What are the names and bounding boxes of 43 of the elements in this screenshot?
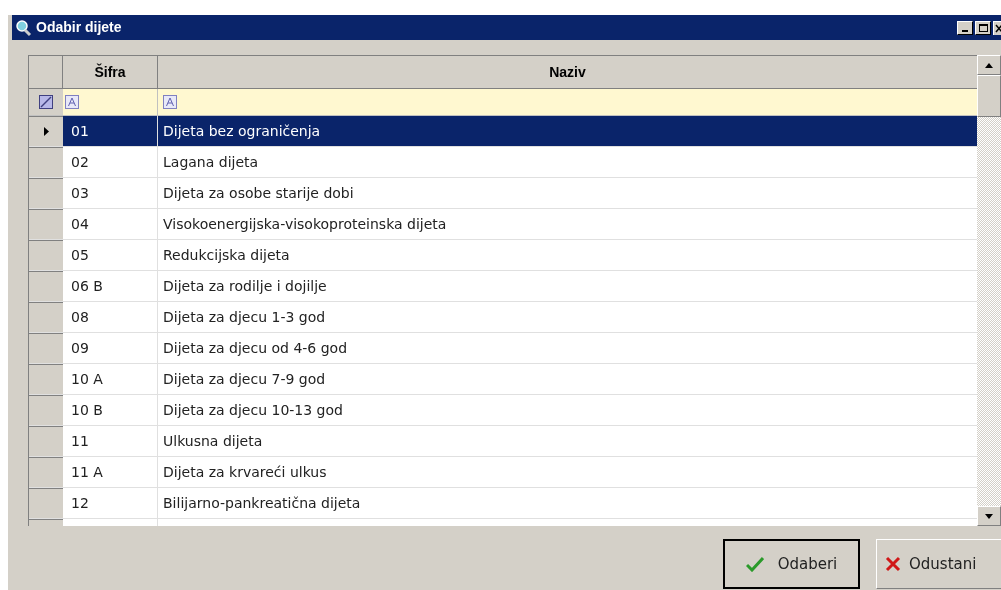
cancel-button[interactable]: Odustani bbox=[876, 539, 1001, 589]
code-cell[interactable]: 10 B bbox=[63, 395, 158, 425]
code-cell[interactable]: 04 bbox=[63, 209, 158, 239]
window-title: Odabir dijete bbox=[36, 18, 122, 37]
name-cell[interactable]: Lagana dijeta bbox=[158, 147, 978, 177]
scroll-up-icon[interactable] bbox=[985, 62, 993, 68]
name-cell[interactable]: Dijeta za rodilje i dojilje bbox=[158, 271, 978, 301]
code-cell[interactable]: 08 bbox=[63, 302, 158, 332]
name-cell[interactable]: Ulkusna dijeta bbox=[158, 426, 978, 456]
filter-icon[interactable] bbox=[163, 95, 177, 109]
name-cell[interactable]: Dijeta za djecu 10-13 god bbox=[158, 395, 978, 425]
code-cell[interactable]: 12 bbox=[63, 488, 158, 518]
maximize-button[interactable] bbox=[975, 20, 991, 35]
search-icon bbox=[14, 18, 32, 37]
code-cell[interactable]: 01 bbox=[63, 116, 158, 146]
name-cell[interactable]: Dijeta za djecu 7-9 god bbox=[158, 364, 978, 394]
scroll-thumb[interactable] bbox=[977, 75, 1001, 117]
name-cell[interactable]: Visokoenergijska-visokoproteinska dijeta bbox=[158, 209, 978, 239]
code-cell[interactable]: 05 bbox=[63, 240, 158, 270]
select-button[interactable]: Odaberi bbox=[723, 539, 860, 589]
current-row-icon bbox=[43, 127, 49, 136]
name-cell[interactable]: Dijeta za djecu 1-3 god bbox=[158, 302, 978, 332]
filter-icon[interactable] bbox=[65, 95, 79, 109]
code-cell[interactable]: 02 bbox=[63, 147, 158, 177]
code-cell[interactable]: 11 A bbox=[63, 457, 158, 487]
name-cell[interactable]: Bilijarno-pankreatična dijeta bbox=[158, 488, 978, 518]
code-cell[interactable]: 10 A bbox=[63, 364, 158, 394]
code-cell[interactable]: 06 B bbox=[63, 271, 158, 301]
close-icon bbox=[885, 556, 901, 572]
code-cell[interactable]: 03 bbox=[63, 178, 158, 208]
name-cell[interactable]: Dijeta za krvareći ulkus bbox=[158, 457, 978, 487]
name-cell[interactable]: Dijeta za djecu od 4-6 god bbox=[158, 333, 978, 363]
minimize-button[interactable] bbox=[957, 20, 973, 35]
code-cell[interactable]: 11 bbox=[63, 426, 158, 456]
code-cell[interactable]: 09 bbox=[63, 333, 158, 363]
name-cell[interactable]: Dijeta za osobe starije dobi bbox=[158, 178, 978, 208]
scrollbar[interactable] bbox=[977, 55, 1001, 526]
filter-clear-icon[interactable] bbox=[39, 95, 53, 109]
name-cell[interactable]: Dijeta bez ograničenja bbox=[158, 116, 978, 146]
check-icon bbox=[745, 556, 764, 572]
name-cell[interactable]: Redukcijska dijeta bbox=[158, 240, 978, 270]
scroll-down-icon[interactable] bbox=[985, 513, 993, 519]
close-button[interactable] bbox=[993, 20, 1001, 35]
